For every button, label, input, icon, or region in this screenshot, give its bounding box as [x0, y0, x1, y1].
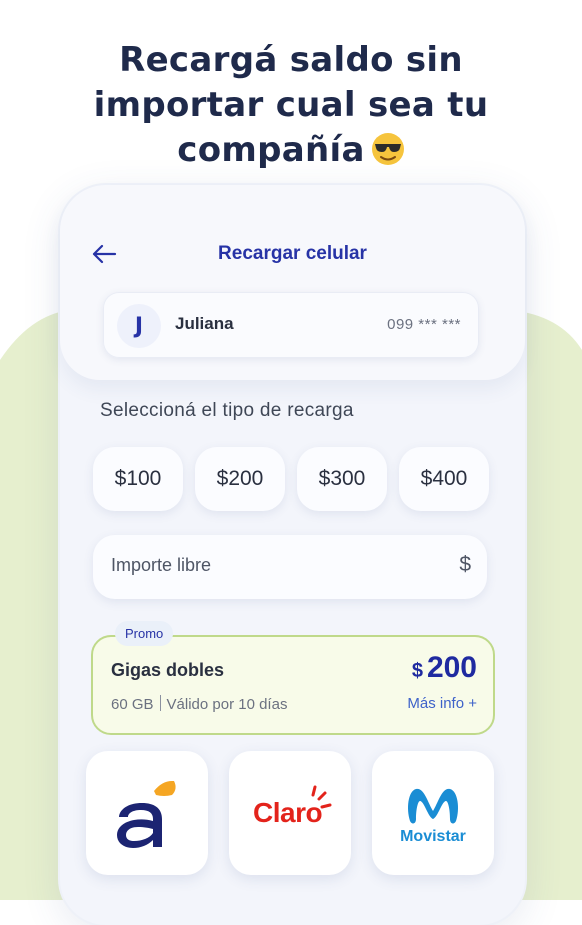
recharge-type-label: Seleccioná el tipo de recarga: [100, 400, 354, 421]
promo-price: $200: [412, 651, 477, 685]
movistar-logo-text: Movistar: [400, 828, 466, 845]
currency-symbol: $: [459, 553, 471, 576]
amount-button-400[interactable]: $400: [399, 447, 489, 511]
promo-title: Gigas dobles: [111, 660, 225, 680]
free-amount-input[interactable]: Importe libre $: [93, 535, 487, 599]
promo-details: 60 GB Válido por 10 días: [111, 695, 287, 713]
carrier-movistar-button[interactable]: Movistar: [372, 751, 494, 875]
promo-card[interactable]: Promo Gigas dobles 60 GB Válido por 10 dí…: [91, 621, 495, 735]
carrier-claro-button[interactable]: Claro: [229, 751, 351, 875]
headline-line-3-text: compañía: [177, 130, 365, 170]
sunglasses-emoji-icon: [371, 133, 404, 165]
claro-rays-icon: [311, 785, 332, 809]
contact-name: Juliana: [175, 314, 234, 333]
headline-line-2: importar cual sea tu: [93, 85, 489, 125]
promo-data-amount: 60 GB: [111, 696, 154, 713]
selected-contact[interactable]: J Juliana 099 *** ***: [103, 292, 479, 358]
free-amount-placeholder: Importe libre: [111, 555, 212, 575]
more-info-link[interactable]: Más info +: [407, 695, 477, 712]
divider: [159, 695, 161, 711]
promo-price-value: 200: [426, 651, 477, 684]
amount-options: $100 $200 $300 $400: [93, 447, 493, 513]
movistar-logo-icon: [408, 788, 458, 824]
promo-validity: Válido por 10 días: [166, 696, 288, 713]
amount-button-300[interactable]: $300: [297, 447, 387, 511]
phone-mockup: Recargar celular J Juliana 099 *** *** S…: [60, 185, 525, 925]
headline: Recargá saldo sin importar cual sea tu c…: [0, 38, 582, 173]
amount-button-200[interactable]: $200: [195, 447, 285, 511]
contact-phone: 099 *** ***: [387, 316, 461, 333]
carrier-antel-button[interactable]: [86, 751, 208, 875]
headline-line-1: Recargá saldo sin: [119, 40, 463, 80]
headline-line-3: compañía: [0, 128, 582, 173]
amount-button-100[interactable]: $100: [93, 447, 183, 511]
avatar: J: [117, 304, 161, 348]
promo-price-symbol: $: [411, 660, 423, 682]
promo-tag: Promo: [115, 621, 174, 646]
screen-title: Recargar celular: [218, 243, 367, 264]
antel-logo-icon: [117, 781, 176, 848]
